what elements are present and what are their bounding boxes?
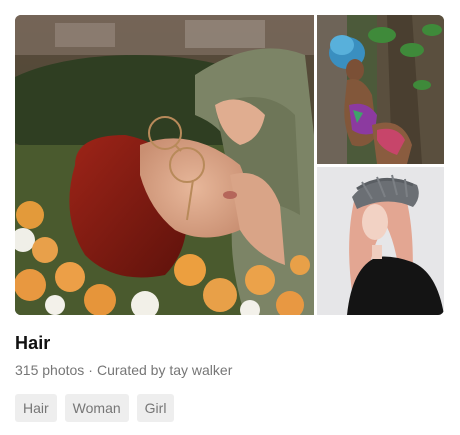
- photo-count: 315 photos: [15, 362, 85, 378]
- top-right-photo-image: [317, 15, 444, 164]
- collection-card[interactable]: Hair 315 photos · Curated by tay walker Ha…: [0, 0, 460, 435]
- tag-girl[interactable]: Girl: [136, 394, 175, 422]
- photo-collage[interactable]: [15, 15, 444, 315]
- tag-hair[interactable]: Hair: [15, 394, 57, 422]
- curator-credit[interactable]: Curated by tay walker: [97, 362, 232, 378]
- bottom-right-photo[interactable]: [317, 167, 444, 315]
- main-photo[interactable]: [15, 15, 314, 315]
- tag-list: Hair Woman Girl: [15, 394, 175, 422]
- collection-title[interactable]: Hair: [15, 333, 50, 354]
- meta-separator: ·: [88, 362, 93, 378]
- top-right-photo[interactable]: [317, 15, 444, 164]
- tag-woman[interactable]: Woman: [64, 394, 129, 422]
- main-photo-image: [15, 15, 314, 315]
- bottom-right-photo-image: [317, 167, 444, 315]
- collection-meta: 315 photos · Curated by tay walker: [15, 362, 232, 378]
